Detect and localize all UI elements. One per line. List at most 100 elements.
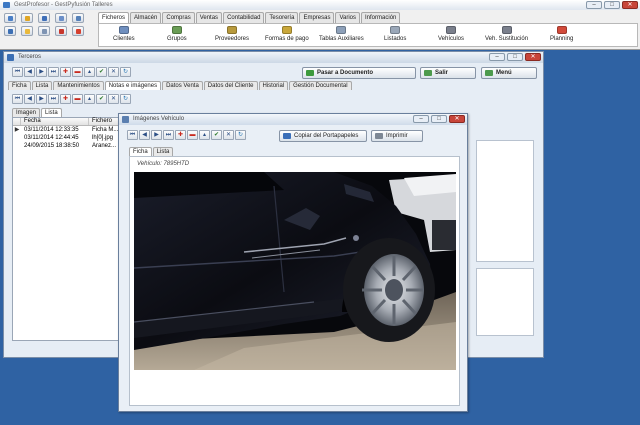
col-fichero[interactable]: Fichero xyxy=(89,118,119,125)
delete-record-button[interactable]: ▬ xyxy=(72,94,83,104)
ribbon-tablas-auxiliares[interactable]: Tablas Auxiliares xyxy=(319,26,364,42)
tab-varios[interactable]: Varios xyxy=(335,12,361,23)
minimize-button[interactable]: – xyxy=(413,115,429,123)
copy-clipboard-button[interactable]: Copiar del Portapapeles xyxy=(279,130,367,142)
prev-record-button[interactable]: ◀ xyxy=(24,94,35,104)
ribbon-formas-pago[interactable]: Formas de pago xyxy=(265,26,309,42)
edit-record-button[interactable]: ▴ xyxy=(84,67,95,77)
app-title-bar: GestProfesor - GestPyfusión Talleres – □… xyxy=(0,0,640,10)
tab-datos-cliente[interactable]: Datos del Cliente xyxy=(203,81,258,90)
tab-lista[interactable]: Lista xyxy=(31,81,53,90)
folder-icon[interactable] xyxy=(21,26,33,36)
tab-gestion-documental[interactable]: Gestión Documental xyxy=(289,81,352,90)
search-icon[interactable] xyxy=(72,13,84,23)
refresh-button[interactable]: ↻ xyxy=(120,67,131,77)
table-row[interactable]: 24/09/2015 18:38:50 Aranez... xyxy=(13,142,119,150)
tab-almacen[interactable]: Almacén xyxy=(130,12,162,23)
star-icon[interactable] xyxy=(21,13,33,23)
prev-record-button[interactable]: ◀ xyxy=(24,67,35,77)
salir-label: Salir xyxy=(435,70,449,76)
tab-contabilidad[interactable]: Contabilidad xyxy=(223,12,265,23)
menu-button[interactable]: Menú xyxy=(481,67,537,79)
ribbon-planning[interactable]: Planning xyxy=(550,26,573,42)
close-button[interactable]: ✕ xyxy=(525,53,541,61)
tab-compras[interactable]: Compras xyxy=(162,12,195,23)
ribbon-clientes[interactable]: Clientes xyxy=(113,26,135,42)
next-record-button[interactable]: ▶ xyxy=(36,67,47,77)
notes-panel-top[interactable] xyxy=(476,140,534,262)
tab-empresas[interactable]: Empresas xyxy=(299,12,335,23)
last-record-button[interactable]: ⏭ xyxy=(48,94,59,104)
ribbon-proveedores[interactable]: Proveedores xyxy=(215,26,249,42)
edit-image-button[interactable]: ▴ xyxy=(199,130,210,140)
users-icon[interactable] xyxy=(4,13,16,23)
last-image-button[interactable]: ⏭ xyxy=(163,130,174,140)
add-record-button[interactable]: ✚ xyxy=(60,94,71,104)
pasar-documento-button[interactable]: Pasar a Documento xyxy=(302,67,416,79)
tab-datos-venta[interactable]: Datos Venta xyxy=(162,81,203,90)
minimize-button[interactable]: – xyxy=(489,53,505,61)
close-button[interactable]: ✕ xyxy=(449,115,465,123)
add-record-button[interactable]: ✚ xyxy=(60,67,71,77)
tab-tesoreria[interactable]: Tesorería xyxy=(265,12,299,23)
print-label: Imprimir xyxy=(386,133,408,139)
tab-imagen[interactable]: Imagen xyxy=(12,108,41,117)
add-image-button[interactable]: ✚ xyxy=(175,130,186,140)
table-row[interactable]: 03/11/2014 12:44:45 lh[0].jpg xyxy=(13,134,119,142)
cancel-record-button[interactable]: ✕ xyxy=(108,67,119,77)
refresh-button[interactable]: ↻ xyxy=(235,130,246,140)
next-record-button[interactable]: ▶ xyxy=(36,94,47,104)
delete-image-button[interactable]: ▬ xyxy=(187,130,198,140)
print-icon[interactable] xyxy=(4,26,16,36)
minimize-button[interactable]: – xyxy=(586,1,602,9)
delete-record-button[interactable]: ▬ xyxy=(72,67,83,77)
ribbon-veh-sustitucion[interactable]: Veh. Sustitución xyxy=(485,26,528,42)
tab-ficha[interactable]: Ficha xyxy=(129,147,152,156)
tab-ventas[interactable]: Ventas xyxy=(195,12,223,23)
prev-image-button[interactable]: ◀ xyxy=(139,130,150,140)
book-icon[interactable] xyxy=(55,13,67,23)
maximize-button[interactable]: □ xyxy=(431,115,447,123)
grid-icon[interactable] xyxy=(38,13,50,23)
cancel-record-button[interactable]: ✕ xyxy=(108,94,119,104)
salir-button[interactable]: Salir xyxy=(420,67,476,79)
next-image-button[interactable]: ▶ xyxy=(151,130,162,140)
save-record-button[interactable]: ✔ xyxy=(96,94,107,104)
first-record-button[interactable]: ⏮ xyxy=(12,94,23,104)
mail-icon[interactable] xyxy=(72,26,84,36)
table-row[interactable]: ▶ 03/11/2014 12:33:35 Ficha M... xyxy=(13,126,119,134)
print-button[interactable]: Imprimir xyxy=(371,130,423,142)
tables-icon xyxy=(336,26,347,34)
maximize-button[interactable]: □ xyxy=(507,53,523,61)
tab-notas-imagenes[interactable]: Notas e imágenes xyxy=(104,81,162,90)
tab-lista[interactable]: Lista xyxy=(152,147,174,156)
cell-fecha: 03/11/2014 12:33:35 xyxy=(24,127,79,133)
tab-historial[interactable]: Historial xyxy=(258,81,289,90)
clipboard-icon xyxy=(283,133,291,139)
window-icon xyxy=(7,54,14,61)
save-image-button[interactable]: ✔ xyxy=(211,130,222,140)
images-window-title: Imágenes Vehículo xyxy=(133,116,185,122)
save-record-button[interactable]: ✔ xyxy=(96,67,107,77)
close-button[interactable]: ✕ xyxy=(622,1,638,9)
col-fecha[interactable]: Fecha xyxy=(21,118,89,125)
ribbon-grupos[interactable]: Grupos xyxy=(167,26,187,42)
ribbon-listados[interactable]: Listados xyxy=(384,26,406,42)
notes-panel-bottom[interactable] xyxy=(476,268,534,336)
tab-ficha[interactable]: Ficha xyxy=(8,81,31,90)
maximize-button[interactable]: □ xyxy=(604,1,620,9)
tab-informacion[interactable]: Información xyxy=(361,12,401,23)
refresh-button[interactable]: ↻ xyxy=(120,94,131,104)
edit-record-button[interactable]: ▴ xyxy=(84,94,95,104)
pdf-icon[interactable] xyxy=(55,26,67,36)
first-record-button[interactable]: ⏮ xyxy=(12,67,23,77)
tab-mantenimientos[interactable]: Mantenimientos xyxy=(53,81,104,90)
ribbon-label: Tablas Auxiliares xyxy=(319,36,364,42)
first-image-button[interactable]: ⏮ xyxy=(127,130,138,140)
last-record-button[interactable]: ⏭ xyxy=(48,67,59,77)
ribbon-vehiculos[interactable]: Vehículos xyxy=(438,26,464,42)
cancel-image-button[interactable]: ✕ xyxy=(223,130,234,140)
tab-lista[interactable]: Lista xyxy=(41,108,62,117)
vehicle-photo xyxy=(134,172,456,370)
calculator-icon[interactable] xyxy=(38,26,50,36)
